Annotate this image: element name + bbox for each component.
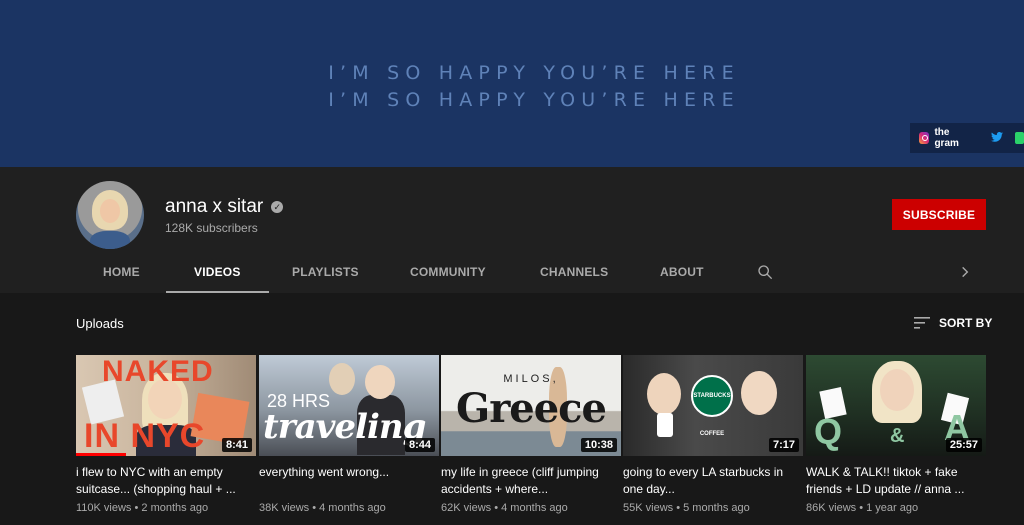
uploads-heading[interactable]: Uploads bbox=[76, 316, 124, 331]
channel-name-text: anna x sitar bbox=[165, 196, 264, 217]
video-views: 55K views bbox=[623, 502, 674, 514]
video-views: 62K views bbox=[441, 502, 492, 514]
video-thumbnail[interactable]: Q & A 25:57 bbox=[806, 355, 986, 456]
tab-playlists[interactable]: PLAYLISTS bbox=[292, 257, 359, 293]
video-thumbnail[interactable]: STARBUCKS COFFEE 7:17 bbox=[623, 355, 803, 456]
video-age: 2 months ago bbox=[141, 502, 209, 514]
video-thumbnail[interactable]: MILOS, Greece 10:38 bbox=[441, 355, 621, 456]
tab-channels[interactable]: CHANNELS bbox=[540, 257, 608, 293]
instagram-icon bbox=[919, 132, 930, 144]
video-age: 5 months ago bbox=[683, 502, 750, 514]
video-title[interactable]: everything went wrong... bbox=[259, 464, 435, 498]
video-card[interactable]: STARBUCKS COFFEE 7:17 going to every LA … bbox=[623, 355, 803, 514]
video-thumbnail[interactable]: NAKED IN NYC 8:41 bbox=[76, 355, 256, 456]
video-age: 1 year ago bbox=[866, 502, 919, 514]
channel-name: anna x sitar ✓ bbox=[165, 196, 284, 218]
starbucks-logo: STARBUCKS COFFEE bbox=[691, 375, 733, 437]
video-views: 86K views bbox=[806, 502, 857, 514]
watch-progress-bar bbox=[76, 453, 127, 456]
video-meta: 62K views • 4 months ago bbox=[441, 502, 568, 514]
video-duration: 10:38 bbox=[580, 438, 617, 452]
subscriber-count: 128K subscribers bbox=[165, 221, 258, 235]
video-meta: 86K views • 1 year ago bbox=[806, 502, 919, 514]
thumbnail-text: MILOS, bbox=[503, 373, 559, 385]
video-title[interactable]: WALK & TALK!! tiktok + fake friends + LD… bbox=[806, 464, 982, 498]
video-age: 4 months ago bbox=[319, 502, 386, 514]
video-title[interactable]: my life in greece (cliff jumping acciden… bbox=[441, 464, 617, 498]
video-card[interactable]: 28 HRS traveling 8:44 everything went wr… bbox=[259, 355, 439, 514]
tab-about[interactable]: ABOUT bbox=[660, 257, 704, 293]
video-meta: 55K views • 5 months ago bbox=[623, 502, 750, 514]
video-duration: 25:57 bbox=[945, 438, 982, 452]
video-title[interactable]: going to every LA starbucks in one day..… bbox=[623, 464, 799, 498]
channel-page: { "banner": { "line1": "I’M SO HAPPY YOU… bbox=[0, 0, 1024, 525]
store-link-icon[interactable] bbox=[1015, 132, 1024, 144]
video-duration: 8:41 bbox=[221, 438, 252, 452]
thumbnail-text: & bbox=[890, 425, 905, 447]
video-meta: 38K views • 4 months ago bbox=[259, 502, 386, 514]
channel-header: anna x sitar ✓ 128K subscribers SUBSCRIB… bbox=[0, 167, 1024, 293]
tab-videos[interactable]: VIDEOS bbox=[166, 257, 268, 293]
channel-tabs: HOME VIDEOS PLAYLISTS COMMUNITY CHANNELS… bbox=[0, 257, 1024, 293]
banner-links: the gram bbox=[910, 123, 1024, 153]
sort-by-label: SORT BY bbox=[939, 316, 993, 330]
banner-text-line-2: I’M SO HAPPY YOU’RE HERE bbox=[328, 89, 740, 111]
tab-community[interactable]: COMMUNITY bbox=[410, 257, 486, 293]
thumbnail-text: Greece bbox=[456, 385, 607, 432]
verified-check-icon: ✓ bbox=[271, 201, 284, 213]
thumbnail-text: Q bbox=[814, 411, 843, 452]
channel-banner: I’M SO HAPPY YOU’RE HERE I’M SO HAPPY YO… bbox=[0, 0, 1024, 167]
video-title[interactable]: i flew to NYC with an empty suitcase... … bbox=[76, 464, 252, 498]
sort-by-button[interactable]: SORT BY bbox=[914, 316, 992, 330]
video-views: 110K views bbox=[76, 502, 132, 514]
chevron-right-icon[interactable] bbox=[958, 265, 972, 279]
tab-home[interactable]: HOME bbox=[103, 257, 140, 293]
thumbnail-text: NAKED bbox=[102, 355, 214, 388]
video-views: 38K views bbox=[259, 502, 310, 514]
twitter-icon[interactable] bbox=[991, 131, 1004, 145]
video-meta: 110K views • 2 months ago bbox=[76, 502, 209, 514]
sort-icon bbox=[914, 317, 930, 329]
thumbnail-text: traveling bbox=[263, 407, 426, 447]
thumbnail-text: IN NYC bbox=[84, 417, 206, 455]
avatar[interactable] bbox=[76, 181, 144, 249]
instagram-link-label: the gram bbox=[934, 127, 959, 149]
video-duration: 8:44 bbox=[404, 438, 435, 452]
video-age: 4 months ago bbox=[501, 502, 568, 514]
banner-text-line-1: I’M SO HAPPY YOU’RE HERE bbox=[328, 62, 740, 84]
instagram-link[interactable]: the gram bbox=[919, 127, 971, 149]
video-card[interactable]: Q & A 25:57 WALK & TALK!! tiktok + fake … bbox=[806, 355, 986, 514]
video-duration: 7:17 bbox=[768, 438, 799, 452]
video-thumbnail[interactable]: 28 HRS traveling 8:44 bbox=[259, 355, 439, 456]
subscribe-button[interactable]: SUBSCRIBE bbox=[892, 199, 986, 230]
search-icon[interactable] bbox=[757, 264, 773, 280]
video-card[interactable]: MILOS, Greece 10:38 my life in greece (c… bbox=[441, 355, 621, 514]
video-card[interactable]: NAKED IN NYC 8:41 i flew to NYC with an … bbox=[76, 355, 256, 514]
